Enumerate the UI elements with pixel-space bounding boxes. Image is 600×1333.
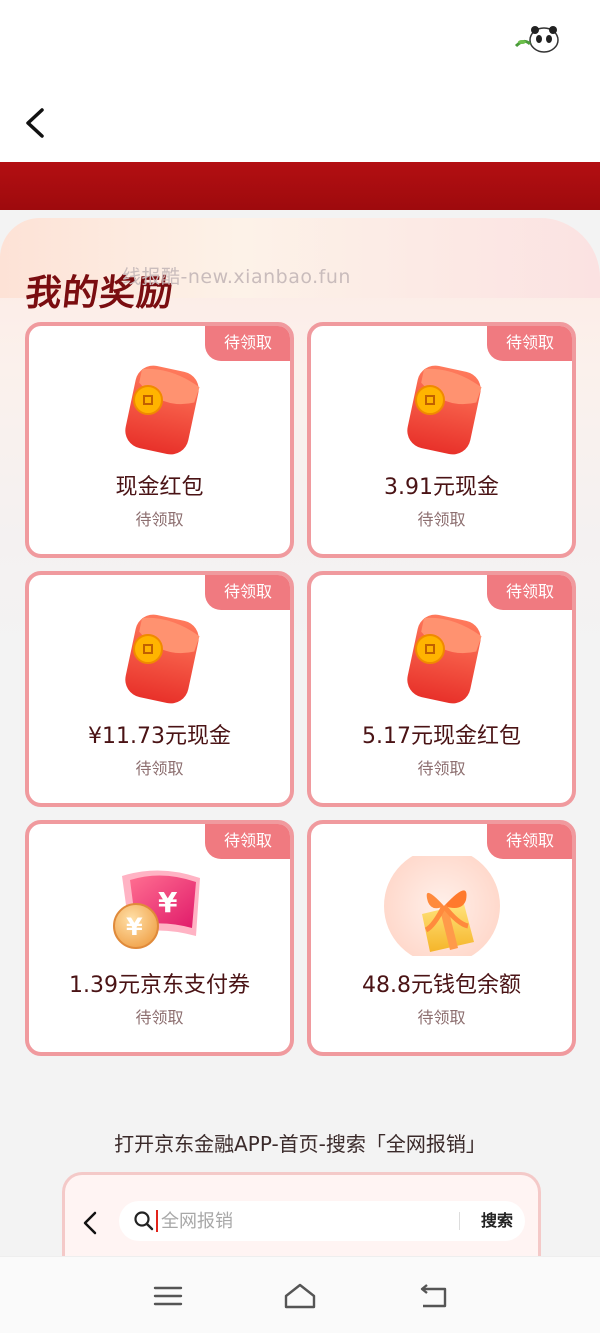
reward-card[interactable]: 待领取 ¥ ¥ 1.39元京东支付券 待领取 [25, 820, 294, 1056]
svg-text:¥: ¥ [126, 913, 143, 941]
reward-card[interactable]: 待领取 3.91元现金 待领取 [307, 322, 576, 558]
pending-badge: 待领取 [205, 824, 290, 859]
reward-status: 待领取 [417, 759, 466, 778]
watermark-text: 线报酷-new.xianbao.fun [122, 266, 351, 288]
reward-card[interactable]: 待领取 ¥11.73元现金 待领取 [25, 571, 294, 807]
reward-card[interactable]: 待领取 现金红包 待领取 [25, 322, 294, 558]
reward-card[interactable]: 待领取 5.17元现金红包 待领取 [307, 571, 576, 807]
search-input[interactable] [161, 1205, 451, 1237]
pending-badge: 待领取 [205, 326, 290, 361]
rewards-panel: 我的奖励 线报酷-new.xianbao.fun 待领取 现金红包 待领取 待领… [0, 210, 600, 1110]
gift-box-icon [383, 856, 500, 956]
header-banner [0, 162, 600, 210]
reward-status: 待领取 [417, 510, 466, 529]
reward-status: 待领取 [417, 1008, 466, 1027]
reward-title: ¥11.73元现金 [88, 724, 231, 749]
search-button[interactable]: 搜索 [471, 1201, 523, 1241]
red-envelope-icon [406, 614, 482, 704]
reward-title: 1.39元京东支付券 [69, 973, 250, 998]
menu-icon[interactable] [150, 1281, 186, 1311]
text-caret [156, 1210, 158, 1232]
nav-bar [0, 80, 600, 162]
back-icon[interactable] [415, 1281, 451, 1311]
home-icon[interactable] [282, 1281, 318, 1311]
svg-text:¥: ¥ [158, 886, 178, 919]
pending-badge: 待领取 [487, 326, 572, 361]
reward-status: 待领取 [135, 1008, 184, 1027]
pending-badge: 待领取 [487, 575, 572, 610]
instructions-text: 打开京东金融APP-首页-搜索「全网报销」 [114, 1132, 486, 1156]
page: 我的奖励 线报酷-new.xianbao.fun 待领取 现金红包 待领取 待领… [0, 0, 600, 1333]
chevron-left-icon[interactable] [79, 1209, 101, 1237]
pending-badge: 待领取 [487, 824, 572, 859]
reward-title: 现金红包 [115, 475, 204, 500]
status-bar [0, 0, 600, 80]
reward-title: 5.17元现金红包 [362, 724, 521, 749]
red-envelope-icon [406, 365, 482, 455]
search-icon [134, 1211, 154, 1231]
payment-coupon-icon: ¥ ¥ [112, 870, 200, 949]
red-envelope-icon [124, 365, 200, 455]
reward-status: 待领取 [135, 510, 184, 529]
search-divider [459, 1212, 460, 1230]
reward-status: 待领取 [135, 759, 184, 778]
system-nav-bar [0, 1256, 600, 1333]
reward-title: 3.91元现金 [384, 475, 499, 500]
panda-mascot-icon [514, 26, 559, 53]
search-box: 搜索 [119, 1201, 525, 1241]
reward-card[interactable]: 待领取 48.8元钱包余额 待领取 [307, 820, 576, 1056]
reward-title: 48.8元钱包余额 [362, 973, 521, 998]
pending-badge: 待领取 [205, 575, 290, 610]
chevron-left-icon[interactable] [20, 106, 52, 140]
red-envelope-icon [124, 614, 200, 704]
